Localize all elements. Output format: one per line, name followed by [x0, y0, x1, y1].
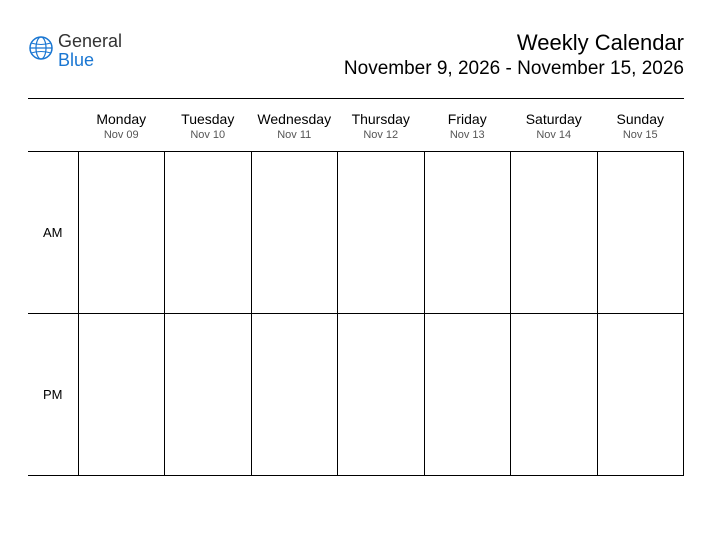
day-name: Sunday	[597, 111, 684, 127]
calendar-cell[interactable]	[251, 314, 338, 476]
calendar-cell[interactable]	[78, 314, 165, 476]
am-row: AM	[28, 152, 684, 314]
day-name: Saturday	[511, 111, 598, 127]
day-header: Friday Nov 13	[424, 107, 511, 152]
day-date: Nov 11	[251, 129, 338, 141]
header: General Blue Weekly Calendar November 9,…	[28, 30, 684, 80]
day-name: Friday	[424, 111, 511, 127]
calendar-cell[interactable]	[78, 152, 165, 314]
calendar-cell[interactable]	[338, 152, 425, 314]
brand-text-blue: Blue	[58, 50, 94, 70]
calendar-cell[interactable]	[338, 314, 425, 476]
page-title: Weekly Calendar	[344, 30, 684, 56]
day-header: Saturday Nov 14	[511, 107, 598, 152]
day-header: Tuesday Nov 10	[165, 107, 252, 152]
day-header: Monday Nov 09	[78, 107, 165, 152]
calendar-cell[interactable]	[511, 152, 598, 314]
day-name: Wednesday	[251, 111, 338, 127]
period-label-pm: PM	[28, 314, 78, 476]
brand-text: General Blue	[58, 32, 122, 70]
date-range: November 9, 2026 - November 15, 2026	[344, 58, 684, 80]
calendar-cell[interactable]	[424, 152, 511, 314]
day-date: Nov 09	[78, 129, 165, 141]
day-header: Sunday Nov 15	[597, 107, 684, 152]
calendar-cell[interactable]	[511, 314, 598, 476]
globe-icon	[28, 35, 54, 66]
header-divider	[28, 98, 684, 99]
day-header-row: Monday Nov 09 Tuesday Nov 10 Wednesday N…	[28, 107, 684, 152]
title-block: Weekly Calendar November 9, 2026 - Novem…	[344, 30, 684, 80]
day-header: Thursday Nov 12	[338, 107, 425, 152]
calendar-cell[interactable]	[597, 314, 684, 476]
brand-logo: General Blue	[28, 30, 122, 70]
day-date: Nov 13	[424, 129, 511, 141]
day-name: Tuesday	[165, 111, 252, 127]
day-date: Nov 15	[597, 129, 684, 141]
day-date: Nov 10	[165, 129, 252, 141]
day-date: Nov 14	[511, 129, 598, 141]
day-name: Monday	[78, 111, 165, 127]
calendar-cell[interactable]	[165, 314, 252, 476]
day-name: Thursday	[338, 111, 425, 127]
day-date: Nov 12	[338, 129, 425, 141]
calendar-cell[interactable]	[424, 314, 511, 476]
period-label-am: AM	[28, 152, 78, 314]
day-header: Wednesday Nov 11	[251, 107, 338, 152]
calendar-cell[interactable]	[251, 152, 338, 314]
pm-row: PM	[28, 314, 684, 476]
calendar-cell[interactable]	[165, 152, 252, 314]
calendar-cell[interactable]	[597, 152, 684, 314]
period-header-blank	[28, 107, 78, 152]
brand-text-general: General	[58, 31, 122, 51]
weekly-calendar-table: Monday Nov 09 Tuesday Nov 10 Wednesday N…	[28, 107, 684, 476]
